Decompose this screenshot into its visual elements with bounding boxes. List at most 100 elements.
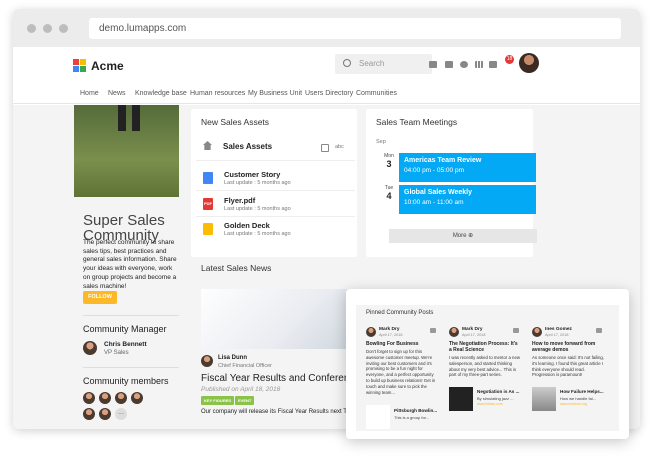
asset-title[interactable]: Flyer.pdf bbox=[224, 196, 255, 205]
calendar-icon[interactable] bbox=[321, 144, 329, 152]
news-image[interactable] bbox=[201, 289, 353, 349]
news-heading: Latest Sales News bbox=[201, 263, 272, 273]
document-icon bbox=[203, 172, 213, 184]
pinned-post[interactable]: Mark Dry April 17, 2018 Bowling For Busi… bbox=[366, 327, 446, 447]
asset-title[interactable]: Customer Story bbox=[224, 170, 280, 179]
news-author[interactable]: Lisa Dunn bbox=[218, 355, 247, 361]
news-excerpt: Our company will release its Fiscal Year… bbox=[201, 409, 357, 415]
comment-icon[interactable] bbox=[513, 328, 519, 333]
manager-name[interactable]: Chris Bennett bbox=[104, 341, 200, 348]
tag-key-figures[interactable]: KEY FIGURES bbox=[201, 396, 235, 405]
pinned-heading: Pinned Community Posts bbox=[366, 310, 434, 316]
assets-heading: New Sales Assets bbox=[201, 117, 270, 127]
post-author[interactable]: Mark Dry bbox=[462, 327, 483, 332]
post-date: April 17, 2018 bbox=[379, 333, 403, 337]
post-date: April 17, 2018 bbox=[462, 333, 486, 337]
news-title[interactable]: Fiscal Year Results and Conference bbox=[201, 373, 360, 384]
post-title[interactable]: The Negotiation Process: It's a Real Sci… bbox=[449, 341, 521, 353]
divider bbox=[196, 160, 355, 161]
apps-icon[interactable] bbox=[475, 61, 483, 68]
link-subtitle: How we handle fai... bbox=[560, 396, 597, 401]
nav-item-communities[interactable]: Communities bbox=[356, 90, 397, 97]
news-published: Published on April 18, 2018 bbox=[201, 386, 281, 393]
member-avatar[interactable] bbox=[99, 408, 111, 420]
member-avatar[interactable] bbox=[83, 408, 95, 420]
divider bbox=[196, 216, 355, 217]
pinned-post[interactable]: Mark Dry April 17, 2018 The Negotiation … bbox=[449, 327, 529, 447]
post-author-avatar[interactable] bbox=[366, 327, 376, 337]
link-title[interactable]: Pittsburgh Bowlin... bbox=[394, 408, 437, 413]
window-dot[interactable] bbox=[59, 24, 68, 33]
window-dot[interactable] bbox=[43, 24, 52, 33]
news-author-role: Chief Financial Officer bbox=[218, 363, 273, 369]
pinned-post[interactable]: Ines Gomez April 17, 2018 How to move fo… bbox=[532, 327, 612, 447]
notification-icon[interactable] bbox=[489, 61, 497, 68]
more-members-button[interactable]: ... bbox=[115, 408, 127, 420]
comment-icon[interactable] bbox=[596, 328, 602, 333]
post-date: April 17, 2018 bbox=[545, 333, 569, 337]
follow-button[interactable]: FOLLOW bbox=[83, 291, 117, 304]
top-bar: Acme Search 18 bbox=[13, 47, 640, 82]
asset-meta: Last update : 5 months ago bbox=[224, 231, 291, 237]
main-nav: Home News Knowledge base Human resources… bbox=[13, 82, 640, 104]
manager-role: VP Sales bbox=[104, 350, 129, 356]
address-bar[interactable]: demo.lumapps.com bbox=[89, 18, 621, 39]
event-global-sales-weekly[interactable]: Global Sales Weekly 10:00 am - 11:00 am bbox=[399, 185, 536, 214]
nav-item-knowledge-base[interactable]: Knowledge base bbox=[135, 90, 187, 97]
nav-item-home[interactable]: Home bbox=[80, 90, 99, 97]
acme-logo[interactable] bbox=[73, 59, 86, 72]
post-author[interactable]: Ines Gomez bbox=[545, 327, 572, 332]
arrow-icon: ⊕ bbox=[468, 233, 474, 239]
link-thumbnail[interactable] bbox=[366, 405, 390, 429]
settings-icon[interactable] bbox=[460, 61, 468, 68]
post-author[interactable]: Mark Dry bbox=[379, 327, 400, 332]
post-body: As someone once said: It's not failing, … bbox=[532, 355, 604, 378]
member-avatar[interactable] bbox=[83, 392, 95, 404]
notification-badge: 18 bbox=[505, 55, 514, 64]
pinned-posts-panel: Pinned Community Posts Mark Dry April 17… bbox=[356, 305, 619, 431]
community-description: The perfect community to share sales tip… bbox=[83, 239, 177, 290]
member-avatar[interactable] bbox=[131, 392, 143, 404]
nav-item-my-business-unit[interactable]: My Business Unit bbox=[248, 90, 302, 97]
community-cover-image bbox=[74, 105, 179, 197]
manager-avatar[interactable] bbox=[83, 341, 97, 355]
message-icon[interactable] bbox=[429, 61, 437, 68]
pdf-icon: PDF bbox=[203, 198, 213, 210]
link-subtitle: By simulating jazz ... bbox=[477, 396, 514, 401]
search-icon bbox=[343, 59, 351, 67]
post-title[interactable]: Bowling For Business bbox=[366, 341, 438, 347]
search-input[interactable]: Search bbox=[335, 54, 432, 74]
document-icon[interactable] bbox=[445, 61, 453, 68]
slides-icon bbox=[203, 223, 213, 235]
user-avatar[interactable] bbox=[519, 53, 539, 73]
meetings-heading: Sales Team Meetings bbox=[376, 117, 458, 127]
more-events-button[interactable]: More ⊕ bbox=[389, 229, 537, 243]
member-avatar[interactable] bbox=[99, 392, 111, 404]
member-avatar[interactable] bbox=[115, 392, 127, 404]
community-manager-heading: Community Manager bbox=[83, 324, 167, 334]
pinned-community-posts-card: Pinned Community Posts Mark Dry April 17… bbox=[346, 289, 629, 439]
asset-title[interactable]: Golden Deck bbox=[224, 221, 270, 230]
tag-event[interactable]: EVENT bbox=[235, 396, 255, 405]
window-dot[interactable] bbox=[27, 24, 36, 33]
link-thumbnail[interactable] bbox=[532, 387, 556, 411]
link-source[interactable]: www.medium.org bbox=[560, 402, 587, 406]
nav-item-human-resources[interactable]: Human resources bbox=[190, 90, 245, 97]
sales-assets-folder-title[interactable]: Sales Assets bbox=[223, 142, 272, 151]
news-author-avatar[interactable] bbox=[201, 355, 213, 367]
comment-icon[interactable] bbox=[430, 328, 436, 333]
event-americas-team-review[interactable]: Americas Team Review 04:00 pm - 05:00 pm bbox=[399, 153, 536, 182]
post-author-avatar[interactable] bbox=[449, 327, 459, 337]
link-title[interactable]: Negotiation is As ... bbox=[477, 389, 519, 394]
nav-item-news[interactable]: News bbox=[108, 90, 126, 97]
link-title[interactable]: How Failure Helps... bbox=[560, 389, 604, 394]
link-thumbnail[interactable] bbox=[449, 387, 473, 411]
post-author-avatar[interactable] bbox=[532, 327, 542, 337]
link-subtitle: This is a group for... bbox=[394, 415, 430, 420]
community-members-heading: Community members bbox=[83, 376, 169, 386]
folder-meta: abc bbox=[335, 144, 344, 150]
post-body: I was recently asked to mentor a new sal… bbox=[449, 355, 520, 378]
nav-item-users-directory[interactable]: Users Directory bbox=[305, 90, 353, 97]
link-source[interactable]: www.forbes.com bbox=[477, 402, 503, 406]
post-title[interactable]: How to move forward from average demos bbox=[532, 341, 604, 353]
